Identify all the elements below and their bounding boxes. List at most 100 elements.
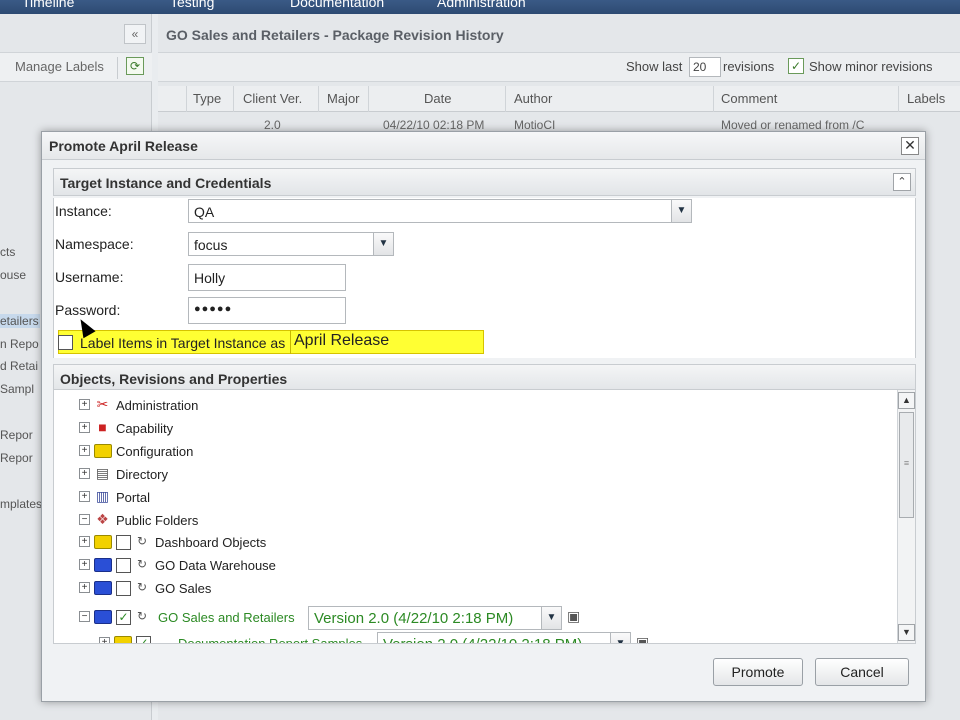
version-select[interactable]: Version 2.0 (4/22/10 2:18 PM) ▼ — [377, 632, 631, 643]
revision-filter-bar: Show last 20 revisions ✓ Show minor revi… — [158, 52, 960, 82]
collapse-icon[interactable]: − — [79, 514, 90, 525]
promote-button[interactable]: Promote — [713, 658, 803, 686]
tree-node-documentation-report-samples[interactable]: + ✓ Documentation Report Samples Version… — [99, 632, 659, 644]
revision-icon: ↻ — [137, 534, 148, 548]
manage-labels-button[interactable]: Manage Labels — [15, 59, 104, 74]
column-comment[interactable]: Comment — [721, 91, 777, 106]
label-items-checkbox[interactable] — [58, 335, 73, 350]
directory-icon: ▤ — [95, 465, 110, 481]
nav-administration[interactable]: Administration — [437, 0, 526, 10]
revision-icon: ↻ — [137, 557, 148, 571]
tree-item[interactable]: mplates — [0, 497, 42, 511]
capability-icon: ■ — [98, 419, 107, 435]
cancel-button[interactable]: Cancel — [815, 658, 909, 686]
tree-node-label: Configuration — [116, 444, 194, 459]
left-toolbar: Manage Labels ⟳ — [0, 52, 152, 82]
show-last-input[interactable]: 20 — [689, 57, 721, 77]
select-checkbox-checked[interactable]: ✓ — [116, 610, 131, 625]
expand-icon[interactable]: + — [79, 491, 90, 502]
chevron-down-icon[interactable]: ▼ — [610, 633, 630, 643]
dialog-title: Promote April Release — [49, 138, 198, 154]
tree-item[interactable]: d Retai — [0, 359, 38, 373]
select-checkbox[interactable] — [116, 535, 131, 550]
column-divider — [898, 86, 899, 112]
namespace-select[interactable]: focus ▼ — [188, 232, 394, 256]
yellow-folder-icon — [93, 533, 112, 550]
tree-node-label: GO Sales — [155, 581, 212, 596]
double-chevron-up-icon[interactable]: ⌃ — [893, 173, 911, 191]
expand-icon[interactable]: + — [79, 559, 90, 570]
scroll-up-icon[interactable]: ▲ — [898, 392, 915, 409]
tree-node-label: Portal — [116, 490, 150, 505]
portal-icon: ▥ — [95, 488, 110, 504]
namespace-value: focus — [194, 237, 228, 253]
revision-icon: ↻ — [137, 580, 148, 594]
cell-date: 04/22/10 02:18 PM — [383, 118, 485, 132]
public-folders-icon: ❖ — [96, 511, 109, 527]
select-checkbox-checked[interactable]: ✓ — [136, 636, 151, 643]
expand-icon[interactable]: + — [79, 582, 90, 593]
close-icon[interactable]: ✕ — [901, 137, 919, 155]
label-name-input[interactable]: April Release — [290, 330, 484, 354]
tree-scrollbar[interactable]: ▲ ≡ ▼ — [897, 390, 915, 643]
namespace-label: Namespace: — [55, 236, 134, 252]
tree-node-go-sales-and-retailers[interactable]: − ✓ ↻ GO Sales and Retailers Version 2.0… — [79, 606, 599, 632]
expand-icon[interactable]: + — [79, 399, 90, 410]
instance-value: QA — [194, 204, 215, 220]
version-select[interactable]: Version 2.0 (4/22/10 2:18 PM) ▼ — [308, 606, 562, 630]
show-minor-checkbox[interactable]: ✓ — [788, 58, 804, 74]
properties-icon[interactable]: ▣ — [636, 634, 656, 643]
column-type[interactable]: Type — [193, 91, 221, 106]
username-field[interactable]: Holly — [188, 264, 346, 291]
show-minor-label: Show minor revisions — [809, 59, 933, 74]
refresh-icon[interactable]: ⟳ — [126, 57, 144, 75]
revisions-label: revisions — [723, 59, 775, 74]
promote-dialog: Promote April Release ✕ Target Instance … — [41, 131, 926, 702]
column-client-ver[interactable]: Client Ver. — [243, 91, 302, 106]
tree-node-label: Administration — [116, 398, 199, 413]
expand-icon[interactable]: + — [79, 422, 90, 433]
tree-item[interactable]: Repor — [0, 451, 33, 465]
package-icon — [93, 608, 112, 625]
tree-item[interactable]: cts — [0, 245, 15, 259]
username-label: Username: — [55, 269, 124, 285]
objects-tree: + ✂ Administration + ■ Capability + Conf… — [53, 389, 916, 644]
label-items-text: Label Items in Target Instance as — [80, 335, 286, 351]
target-form: Instance: QA ▼ Namespace: focus ▼ Userna… — [53, 198, 916, 358]
nav-documentation[interactable]: Documentation — [290, 0, 384, 10]
properties-icon[interactable]: ▣ — [567, 608, 587, 626]
scroll-thumb[interactable]: ≡ — [899, 412, 914, 518]
column-divider — [505, 86, 506, 112]
nav-timeline[interactable]: Timeline — [22, 0, 74, 10]
chevron-down-icon[interactable]: ▼ — [541, 607, 561, 629]
tree-node-label: Documentation Report Samples — [178, 636, 363, 644]
tree-item[interactable]: ouse — [0, 268, 26, 282]
expand-icon[interactable]: + — [79, 468, 90, 479]
column-date[interactable]: Date — [424, 91, 451, 106]
select-checkbox[interactable] — [116, 581, 131, 596]
instance-select[interactable]: QA ▼ — [188, 199, 692, 223]
chevron-down-icon[interactable]: ▼ — [671, 200, 691, 222]
scroll-down-icon[interactable]: ▼ — [898, 624, 915, 641]
chevron-down-icon[interactable]: ▼ — [373, 233, 393, 255]
select-checkbox[interactable] — [116, 558, 131, 573]
tree-node-label: Public Folders — [116, 513, 199, 528]
revision-icon: ↻ — [137, 609, 148, 623]
password-field[interactable]: ●●●●● — [188, 297, 346, 324]
cell-comment: Moved or renamed from /C — [721, 118, 865, 132]
double-chevron-left-icon[interactable]: « — [124, 24, 146, 44]
collapse-icon[interactable]: − — [79, 611, 90, 622]
tree-item[interactable]: n Repo — [0, 337, 39, 351]
tree-item-selected[interactable]: etailers — [0, 314, 40, 328]
expand-icon[interactable]: + — [99, 637, 110, 643]
column-labels[interactable]: Labels — [907, 91, 945, 106]
column-author[interactable]: Author — [514, 91, 552, 106]
expand-icon[interactable]: + — [79, 536, 90, 547]
tools-icon: ✂ — [96, 396, 109, 412]
expand-icon[interactable]: + — [79, 445, 90, 456]
column-major[interactable]: Major — [327, 91, 360, 106]
tree-item[interactable]: Repor — [0, 428, 33, 442]
instance-label: Instance: — [55, 203, 112, 219]
tree-item[interactable]: Sampl — [0, 382, 34, 396]
nav-testing[interactable]: Testing — [170, 0, 214, 10]
